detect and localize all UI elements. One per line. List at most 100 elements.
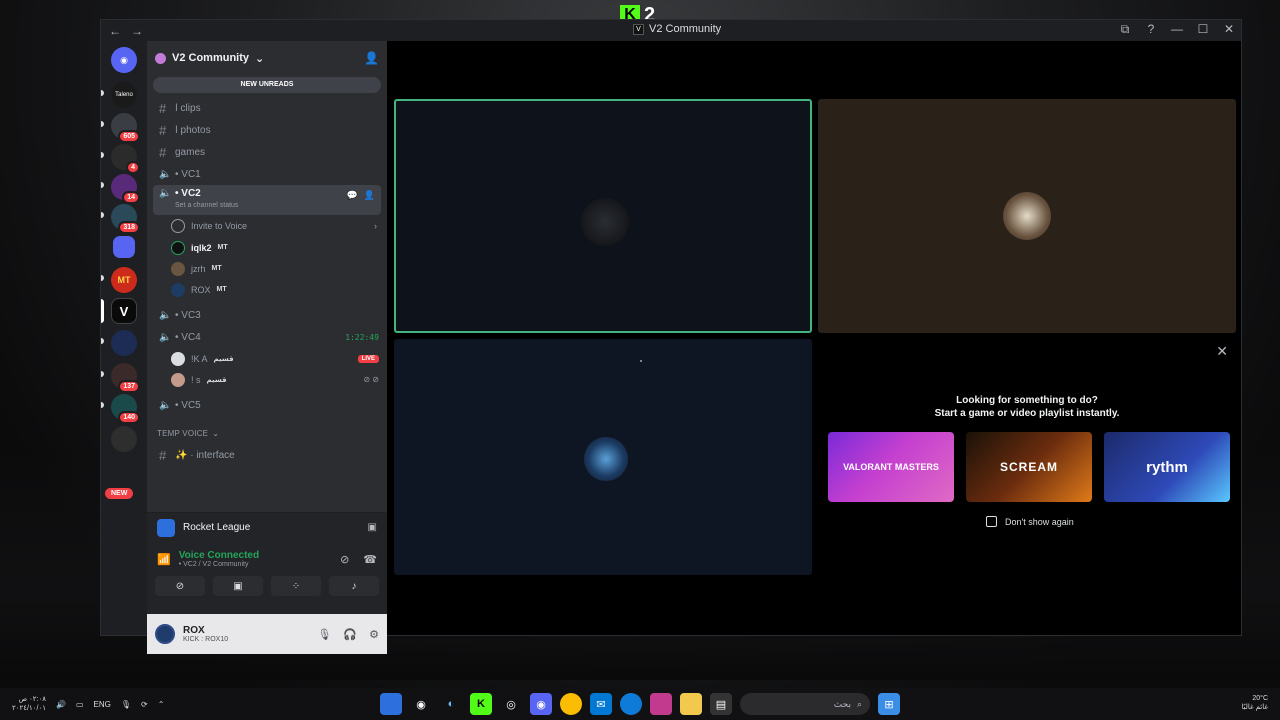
store-icon[interactable]: ▤: [710, 693, 732, 715]
help-icon[interactable]: ?: [1145, 22, 1157, 37]
microphone-icon[interactable]: 🎙: [121, 700, 131, 709]
invite-member-icon[interactable]: 👤: [364, 190, 375, 201]
invite-to-voice[interactable]: Invite to Voice ›: [147, 215, 387, 237]
noise-suppression-icon[interactable]: ⊘: [340, 553, 349, 566]
channel-clips[interactable]: # ا clips: [147, 97, 387, 119]
selected-pip: [101, 299, 104, 323]
voice-channel-vc4[interactable]: 🔈 • VC4 1:22:49: [147, 326, 387, 348]
voice-channel-vc1[interactable]: 🔈 • VC1: [147, 163, 387, 185]
hash-icon: #: [159, 100, 167, 116]
minimize-button[interactable]: —: [1171, 22, 1183, 37]
server-icon-taleno[interactable]: Taleno: [111, 82, 137, 108]
outlook-icon[interactable]: ✉: [590, 693, 612, 715]
server-icon-12[interactable]: [111, 426, 137, 452]
close-icon[interactable]: ✕: [1216, 343, 1228, 360]
new-badge[interactable]: NEW: [105, 488, 134, 499]
chrome-icon[interactable]: [560, 693, 582, 715]
network-icon[interactable]: ▭: [76, 700, 84, 709]
voice-channel-vc5[interactable]: 🔈 • VC5: [147, 394, 387, 416]
mention-badge: 605: [118, 130, 140, 143]
channel-photos[interactable]: # ا photos: [147, 119, 387, 141]
search-box[interactable]: بحث ⌕: [740, 693, 870, 715]
new-unreads-banner[interactable]: NEW UNREADS: [153, 77, 381, 93]
server-icon-11[interactable]: 140: [111, 394, 140, 424]
member-name: iqlk2: [191, 242, 212, 253]
activities-button[interactable]: ⁘: [271, 576, 321, 596]
headphones-icon[interactable]: 🎧: [343, 628, 357, 641]
valorant-activity-tile[interactable]: VALORANT MASTERS: [828, 432, 954, 502]
chevron-down-icon: ⌄: [255, 52, 265, 65]
server-icon-3[interactable]: 4: [111, 144, 140, 174]
username[interactable]: ROX: [183, 625, 228, 636]
category-temp-voice[interactable]: TEMP VOICE ⌄: [147, 422, 387, 444]
guild-header[interactable]: V2 Community ⌄ 👤: [147, 41, 387, 75]
server-icon-4[interactable]: 14: [111, 174, 140, 204]
avatar[interactable]: [155, 624, 175, 644]
clock[interactable]: ٠٢:٠٨ ص ٢٠٢٤/١٠/٠١: [12, 695, 46, 713]
soundboard-button[interactable]: ♪: [329, 576, 379, 596]
server-icon-9[interactable]: [111, 330, 137, 356]
participant-tile-speaking[interactable]: [394, 99, 812, 333]
share-screen-button[interactable]: ▣: [213, 576, 263, 596]
checkbox[interactable]: [986, 516, 997, 527]
cursor-dot: [640, 360, 642, 362]
dont-show-again[interactable]: Don't show again: [986, 516, 1074, 527]
rocket-league-icon[interactable]: [380, 693, 402, 715]
discord-icon[interactable]: ◉: [530, 693, 552, 715]
close-button[interactable]: ✕: [1223, 22, 1235, 37]
history-nav: ← →: [109, 24, 143, 38]
gear-icon[interactable]: ⚙: [369, 628, 379, 641]
avatar: [584, 437, 628, 481]
folder-icon[interactable]: [113, 236, 135, 258]
camera-off-button[interactable]: ⊘: [155, 576, 205, 596]
signal-icon[interactable]: 📶: [157, 553, 171, 566]
maximize-button[interactable]: ☐: [1197, 22, 1209, 37]
edge-icon[interactable]: [620, 693, 642, 715]
obs-icon[interactable]: ◉: [410, 693, 432, 715]
language-indicator[interactable]: ENG: [94, 700, 111, 709]
discord-home-icon[interactable]: ◉: [111, 47, 137, 73]
back-arrow-icon[interactable]: ←: [109, 24, 121, 38]
copilot-icon[interactable]: [650, 693, 672, 715]
chevron-down-icon: ⌄: [212, 428, 220, 438]
voice-member[interactable]: !K A قسيم LIVE: [147, 348, 387, 369]
channel-games[interactable]: # games: [147, 141, 387, 163]
chat-bubble-icon[interactable]: 💬: [347, 190, 358, 201]
voice-member[interactable]: ROX MT: [147, 279, 387, 300]
chevron-up-icon[interactable]: ⌃: [158, 700, 165, 709]
forward-arrow-icon[interactable]: →: [131, 24, 143, 38]
server-icon-10[interactable]: 137: [111, 363, 140, 393]
voice-member[interactable]: jzrh MT: [147, 258, 387, 279]
scream-activity-tile[interactable]: SCREAM: [966, 432, 1092, 502]
server-icon-5[interactable]: 318: [111, 204, 140, 234]
voice-member[interactable]: ! s قسيم ⊘ ⊘: [147, 369, 387, 390]
microphone-icon[interactable]: 🎙: [317, 628, 331, 641]
add-member-icon[interactable]: 👤: [364, 51, 379, 65]
voice-channel-vc3[interactable]: 🔈 • VC3: [147, 304, 387, 326]
start-icon[interactable]: ⊞: [878, 693, 900, 715]
kick-icon[interactable]: K: [470, 693, 492, 715]
inbox-icon[interactable]: ⧉: [1119, 22, 1131, 37]
server-icon-mt[interactable]: MT: [111, 267, 137, 293]
weather-widget[interactable]: 20°C غائم غالبًا: [1241, 694, 1268, 712]
sync-icon[interactable]: ⟳: [141, 700, 148, 709]
file-explorer-icon[interactable]: [680, 693, 702, 715]
voice-status[interactable]: Voice Connected: [179, 550, 259, 561]
disconnect-icon[interactable]: ☎: [363, 553, 377, 566]
speaker-icon: 🔈: [159, 309, 172, 321]
participant-tile[interactable]: [818, 99, 1236, 333]
steam-icon[interactable]: ◐: [440, 693, 462, 715]
rythm-activity-tile[interactable]: rythm: [1104, 432, 1230, 502]
voice-member[interactable]: iqlk2 MT: [147, 237, 387, 258]
speaker-icon[interactable]: 🔊: [56, 700, 66, 709]
channel-status-placeholder[interactable]: Set a channel status: [175, 202, 238, 209]
channel-interface[interactable]: # ✨ · interface: [147, 444, 387, 466]
participant-tile[interactable]: [394, 339, 812, 575]
stream-game-icon[interactable]: ▣: [368, 522, 377, 533]
server-icon-2[interactable]: 605: [111, 113, 140, 143]
voice-channel-vc2[interactable]: 🔈 • VC2 Set a channel status 💬 👤: [153, 185, 381, 215]
channel-label: ا clips: [175, 102, 201, 114]
server-icon-v2[interactable]: V: [111, 298, 137, 324]
capture-icon[interactable]: ◎: [500, 693, 522, 715]
voice-location[interactable]: • VC2 / V2 Community: [179, 561, 259, 568]
